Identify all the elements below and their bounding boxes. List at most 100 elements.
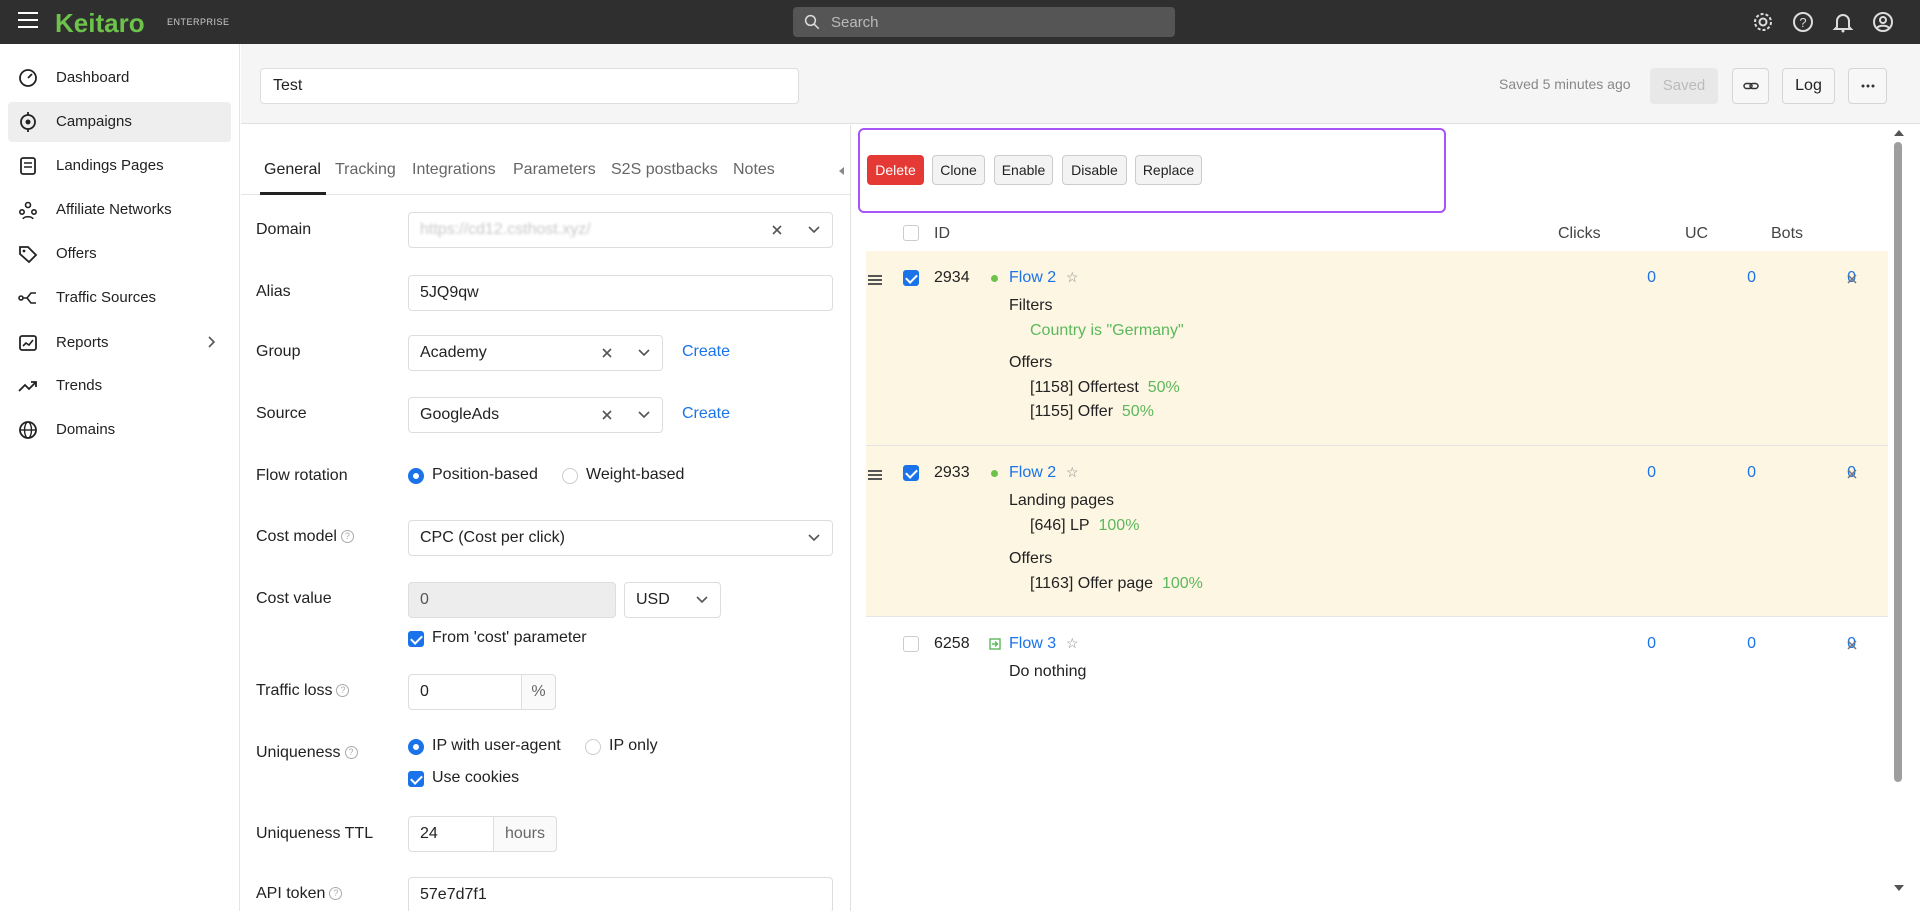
weight-based-radio[interactable]: [562, 468, 578, 484]
flow-action: Do nothing: [1009, 663, 1087, 680]
clear-icon[interactable]: [601, 409, 613, 421]
sidebar-item-traffic-sources[interactable]: Traffic Sources: [8, 278, 231, 318]
drag-handle-icon[interactable]: [868, 275, 882, 285]
use-cookies-checkbox[interactable]: [408, 771, 424, 787]
column-bots[interactable]: Bots: [1771, 225, 1803, 243]
table-row[interactable]: 2934 Flow 2 ☆ 0 0 0 Filters Country is "…: [866, 251, 1888, 446]
row-checkbox[interactable]: [903, 270, 919, 286]
clicks-value[interactable]: 0: [1616, 269, 1656, 287]
ip-only-radio[interactable]: [585, 739, 601, 755]
scroll-up-icon[interactable]: [1894, 130, 1904, 136]
flow-name-link[interactable]: Flow 3: [1009, 635, 1056, 653]
star-icon[interactable]: ☆: [1066, 635, 1079, 652]
clicks-value[interactable]: 0: [1616, 635, 1656, 653]
sidebar-item-landing-pages[interactable]: Landings Pages: [8, 146, 231, 186]
sidebar-item-trends[interactable]: Trends: [8, 366, 231, 406]
tab-notes[interactable]: Notes: [733, 161, 775, 179]
sidebar-item-dashboard[interactable]: Dashboard: [8, 58, 231, 98]
sidebar-item-offers[interactable]: Offers: [8, 234, 231, 274]
alias-input[interactable]: 5JQ9qw: [408, 275, 833, 311]
scroll-down-icon[interactable]: [1894, 885, 1904, 891]
tab-general[interactable]: General: [264, 161, 321, 179]
logo[interactable]: Keitaro: [55, 8, 145, 39]
column-id[interactable]: ID: [934, 225, 950, 243]
menu-icon[interactable]: [18, 12, 38, 28]
tab-integrations[interactable]: Integrations: [412, 161, 496, 179]
sidebar-item-campaigns[interactable]: Campaigns: [8, 102, 231, 142]
settings-icon[interactable]: [1751, 10, 1775, 34]
log-button[interactable]: Log: [1782, 68, 1835, 104]
search-box[interactable]: [793, 7, 1175, 37]
create-group-link[interactable]: Create: [682, 343, 730, 361]
campaign-name-input[interactable]: [260, 68, 799, 104]
more-button[interactable]: [1848, 68, 1887, 104]
sidebar-item-label: Trends: [56, 377, 103, 394]
help-icon[interactable]: ?: [340, 530, 354, 544]
tab-parameters[interactable]: Parameters: [513, 161, 596, 179]
sidebar-item-affiliate-networks[interactable]: Affiliate Networks: [8, 190, 231, 230]
drag-handle-icon[interactable]: [868, 470, 882, 480]
campaign-settings-panel: General Tracking Integrations Parameters…: [241, 125, 851, 911]
cost-value-input[interactable]: 0: [408, 582, 616, 618]
traffic-icon: [18, 292, 36, 304]
clone-button[interactable]: Clone: [932, 155, 985, 185]
from-cost-parameter-checkbox[interactable]: [408, 631, 424, 647]
column-uc[interactable]: UC: [1685, 225, 1708, 243]
flows-panel: Delete Clone Enable Disable Replace ID C…: [852, 125, 1920, 911]
select-all-checkbox[interactable]: [903, 225, 919, 241]
help-icon[interactable]: ?: [344, 746, 358, 760]
close-icon[interactable]: [1846, 639, 1858, 651]
clear-icon[interactable]: [771, 224, 783, 236]
ip-with-user-agent-radio[interactable]: [408, 739, 424, 755]
api-token-input[interactable]: 57e7d7f1: [408, 877, 833, 911]
help-icon[interactable]: ?: [336, 684, 350, 698]
search-input[interactable]: [831, 7, 1161, 37]
close-icon[interactable]: [1846, 273, 1858, 285]
close-icon[interactable]: [1846, 468, 1858, 480]
flow-name-link[interactable]: Flow 2: [1009, 464, 1056, 482]
row-checkbox[interactable]: [903, 636, 919, 652]
uc-value[interactable]: 0: [1716, 464, 1756, 482]
table-row[interactable]: 6258 Flow 3 ☆ 0 0 0 Do nothing: [866, 617, 1888, 687]
group-select[interactable]: Academy: [408, 335, 663, 371]
domain-select[interactable]: https://cd12.csthost.xyz/: [408, 212, 833, 248]
replace-button[interactable]: Replace: [1135, 155, 1202, 185]
traffic-loss-input[interactable]: 0: [408, 674, 522, 710]
row-checkbox[interactable]: [903, 465, 919, 481]
star-icon[interactable]: ☆: [1066, 464, 1079, 481]
clear-icon[interactable]: [601, 347, 613, 359]
source-select[interactable]: GoogleAds: [408, 397, 663, 433]
sidebar-item-domains[interactable]: Domains: [8, 410, 231, 450]
position-based-radio[interactable]: [408, 468, 424, 484]
enable-button[interactable]: Enable: [994, 155, 1053, 185]
tabs-scroll-left-icon[interactable]: [839, 167, 844, 175]
table-row[interactable]: 2933 Flow 2 ☆ 0 0 0 Landing pages [646] …: [866, 446, 1888, 617]
bell-icon[interactable]: [1831, 10, 1855, 34]
flow-name-link[interactable]: Flow 2: [1009, 269, 1056, 287]
scrollbar-thumb[interactable]: [1894, 142, 1902, 782]
saved-button[interactable]: Saved: [1650, 68, 1718, 104]
sidebar-item-label: Dashboard: [56, 69, 130, 86]
link-button[interactable]: [1732, 68, 1769, 104]
column-clicks[interactable]: Clicks: [1558, 225, 1601, 243]
ip-only-label: IP only: [609, 737, 658, 754]
offer-item: [1163] Offer page 100%: [1030, 575, 1203, 593]
create-source-link[interactable]: Create: [682, 405, 730, 423]
uc-value[interactable]: 0: [1716, 635, 1756, 653]
sidebar-item-reports[interactable]: Reports: [8, 323, 231, 363]
tag-icon: [19, 246, 38, 264]
tab-tracking[interactable]: Tracking: [335, 161, 396, 179]
tab-s2s-postbacks[interactable]: S2S postbacks: [611, 161, 718, 179]
help-icon[interactable]: ?: [1791, 10, 1815, 34]
delete-button[interactable]: Delete: [867, 155, 924, 185]
clicks-value[interactable]: 0: [1616, 464, 1656, 482]
user-icon[interactable]: [1871, 10, 1895, 34]
uc-value[interactable]: 0: [1716, 269, 1756, 287]
star-icon[interactable]: ☆: [1066, 269, 1079, 286]
help-icon[interactable]: ?: [329, 887, 343, 901]
uniqueness-ttl-input[interactable]: 24: [408, 816, 494, 852]
currency-select[interactable]: USD: [624, 582, 721, 618]
flow-id: 2933: [934, 464, 970, 481]
cost-model-select[interactable]: CPC (Cost per click): [408, 520, 833, 556]
disable-button[interactable]: Disable: [1062, 155, 1127, 185]
